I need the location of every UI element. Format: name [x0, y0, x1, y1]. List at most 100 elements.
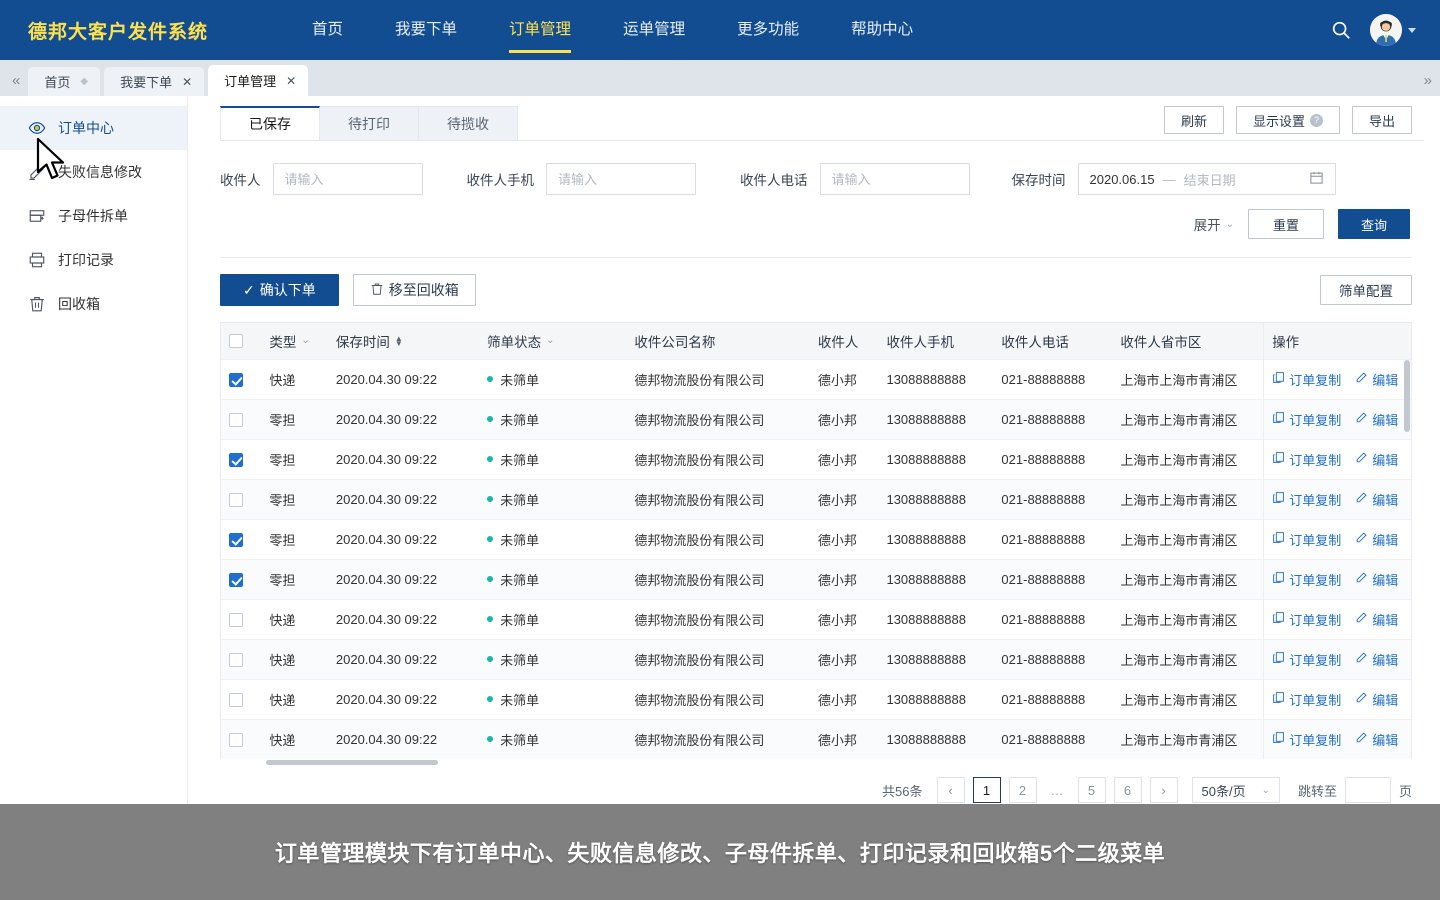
page-button-1[interactable]: 1: [972, 777, 1001, 803]
table-row[interactable]: 零担 2020.04.30 09:22 未筛单 德邦物流股份有限公司 德小邦 130888…: [221, 398, 1411, 439]
row-checkbox[interactable]: [229, 612, 243, 627]
table-horizontal-scrollbar[interactable]: [220, 759, 1412, 767]
copy-order-link[interactable]: 订单复制: [1272, 410, 1341, 429]
nav-item-help-center[interactable]: 帮助中心: [825, 0, 939, 60]
edit-order-link[interactable]: 编辑: [1355, 690, 1398, 709]
next-page-button[interactable]: ›: [1149, 777, 1178, 803]
calendar-icon[interactable]: [1309, 170, 1324, 188]
export-button[interactable]: 导出: [1351, 106, 1412, 134]
sidebar-item-print-records[interactable]: 打印记录: [0, 238, 187, 282]
row-checkbox[interactable]: [229, 733, 243, 748]
th-save-time[interactable]: 保存时间 ▲ ▼: [327, 323, 480, 359]
row-checkbox[interactable]: [229, 452, 243, 467]
copy-order-link[interactable]: 订单复制: [1272, 690, 1341, 709]
table-row[interactable]: 快递 2020.04.30 09:22 未筛单 德邦物流股份有限公司 德小邦 130888…: [221, 718, 1411, 759]
edit-order-link[interactable]: 编辑: [1355, 730, 1398, 749]
user-menu[interactable]: [1370, 14, 1416, 46]
row-checkbox[interactable]: [229, 532, 243, 547]
row-checkbox[interactable]: [229, 652, 243, 667]
edit-order-link[interactable]: 编辑: [1355, 650, 1398, 669]
nav-item-place-order[interactable]: 我要下单: [369, 0, 483, 60]
pin-icon[interactable]: ◆: [80, 76, 88, 87]
pencil-icon: [1355, 611, 1368, 627]
table-row[interactable]: 零担 2020.04.30 09:22 未筛单 德邦物流股份有限公司 德小邦 130888…: [221, 478, 1411, 519]
copy-order-link[interactable]: 订单复制: [1272, 370, 1341, 389]
page-size-select[interactable]: 50条/页 ⌄: [1191, 777, 1280, 803]
move-to-recycle-button[interactable]: 移至回收箱: [352, 274, 476, 306]
table-row[interactable]: 快递 2020.04.30 09:22 未筛单 德邦物流股份有限公司 德小邦 130888…: [221, 678, 1411, 719]
edit-order-link[interactable]: 编辑: [1355, 490, 1398, 509]
edit-order-link[interactable]: 编辑: [1355, 410, 1398, 429]
page-tab-order-management[interactable]: 订单管理 ✕: [208, 65, 309, 96]
row-checkbox[interactable]: [229, 692, 243, 707]
sidebar-item-order-center[interactable]: 订单中心: [0, 106, 187, 150]
screen-config-button[interactable]: 筛单配置: [1320, 275, 1412, 305]
chevron-down-icon[interactable]: ⌄: [546, 335, 554, 346]
tab-pending-pickup[interactable]: 待揽收: [418, 106, 518, 140]
row-checkbox[interactable]: [229, 412, 243, 427]
sidebar-item-failed-info-edit[interactable]: 失败信息修改: [0, 150, 187, 194]
page-button-2[interactable]: 2: [1008, 777, 1037, 803]
nav-item-home[interactable]: 首页: [286, 0, 369, 60]
table-row[interactable]: 快递 2020.04.30 09:22 未筛单 德邦物流股份有限公司 德小邦 130888…: [221, 598, 1411, 639]
chevron-down-icon[interactable]: ⌄: [301, 335, 309, 346]
copy-order-link[interactable]: 订单复制: [1272, 490, 1341, 509]
close-icon[interactable]: ✕: [286, 74, 296, 88]
copy-order-link[interactable]: 订单复制: [1272, 530, 1341, 549]
table-vertical-scrollbar[interactable]: [1404, 360, 1410, 432]
tab-pending-print[interactable]: 待打印: [319, 106, 419, 140]
copy-order-link[interactable]: 订单复制: [1272, 570, 1341, 589]
row-checkbox[interactable]: [229, 572, 243, 587]
copy-order-link[interactable]: 订单复制: [1272, 610, 1341, 629]
edit-order-link[interactable]: 编辑: [1355, 450, 1398, 469]
recipient-input[interactable]: [272, 163, 423, 195]
help-icon[interactable]: ?: [1309, 113, 1323, 127]
save-time-range-picker[interactable]: 2020.06.15 — 结束日期: [1077, 163, 1336, 195]
search-button[interactable]: 查询: [1337, 209, 1410, 239]
table-row[interactable]: 快递 2020.04.30 09:22 未筛单 德邦物流股份有限公司 德小邦 130888…: [221, 358, 1411, 399]
nav-item-order-management[interactable]: 订单管理: [483, 0, 597, 60]
th-type[interactable]: 类型 ⌄: [261, 323, 328, 359]
scrollbar-thumb[interactable]: [266, 760, 438, 765]
collapse-right-icon[interactable]: »: [1424, 72, 1432, 89]
page-unit-label: 页: [1398, 783, 1412, 799]
display-settings-button[interactable]: 显示设置 ?: [1235, 106, 1340, 134]
nav-item-waybill-management[interactable]: 运单管理: [597, 0, 711, 60]
edit-order-link[interactable]: 编辑: [1355, 530, 1398, 549]
table-row[interactable]: 零担 2020.04.30 09:22 未筛单 德邦物流股份有限公司 德小邦 130888…: [221, 518, 1411, 559]
copy-order-link[interactable]: 订单复制: [1272, 450, 1341, 469]
row-checkbox[interactable]: [229, 492, 243, 507]
edit-order-link[interactable]: 编辑: [1355, 610, 1398, 629]
table-row[interactable]: 零担 2020.04.30 09:22 未筛单 德邦物流股份有限公司 德小邦 130888…: [221, 438, 1411, 479]
th-screen-status[interactable]: 筛单状态 ⌄: [479, 323, 627, 359]
sort-icon[interactable]: ▲ ▼: [395, 334, 403, 347]
recipient-mobile-input[interactable]: [546, 163, 696, 195]
page-tab-place-order[interactable]: 我要下单 ✕: [104, 67, 205, 96]
table-row[interactable]: 零担 2020.04.30 09:22 未筛单 德邦物流股份有限公司 德小邦 130888…: [221, 558, 1411, 599]
refresh-button[interactable]: 刷新: [1163, 106, 1224, 134]
search-icon[interactable]: [1330, 19, 1352, 41]
close-icon[interactable]: ✕: [182, 75, 192, 89]
row-checkbox[interactable]: [229, 372, 243, 387]
expand-filters-toggle[interactable]: 展开 ⌄: [1194, 214, 1234, 234]
edit-order-link[interactable]: 编辑: [1355, 570, 1398, 589]
jump-to-input[interactable]: [1344, 777, 1391, 803]
tab-saved[interactable]: 已保存: [220, 106, 320, 140]
page-button-5[interactable]: 5: [1077, 777, 1106, 803]
copy-order-link[interactable]: 订单复制: [1272, 650, 1341, 669]
page-button-6[interactable]: 6: [1113, 777, 1142, 803]
select-all-checkbox[interactable]: [229, 334, 243, 349]
table-row[interactable]: 快递 2020.04.30 09:22 未筛单 德邦物流股份有限公司 德小邦 130888…: [221, 638, 1411, 679]
copy-order-link[interactable]: 订单复制: [1272, 730, 1341, 749]
recipient-phone-input[interactable]: [819, 163, 970, 195]
sidebar-item-split-parcel[interactable]: 子母件拆单: [0, 194, 187, 238]
edit-order-link[interactable]: 编辑: [1355, 370, 1398, 389]
cell-phone: 021-88888888: [993, 718, 1113, 759]
collapse-left-icon[interactable]: «: [8, 72, 28, 96]
reset-button[interactable]: 重置: [1247, 209, 1324, 239]
nav-item-more-functions[interactable]: 更多功能: [711, 0, 825, 60]
confirm-order-button[interactable]: ✓ 确认下单: [220, 274, 339, 306]
page-tab-home[interactable]: 首页 ◆: [28, 67, 101, 96]
prev-page-button[interactable]: ‹: [936, 777, 965, 803]
sidebar-item-recycle-bin[interactable]: 回收箱: [0, 282, 187, 326]
